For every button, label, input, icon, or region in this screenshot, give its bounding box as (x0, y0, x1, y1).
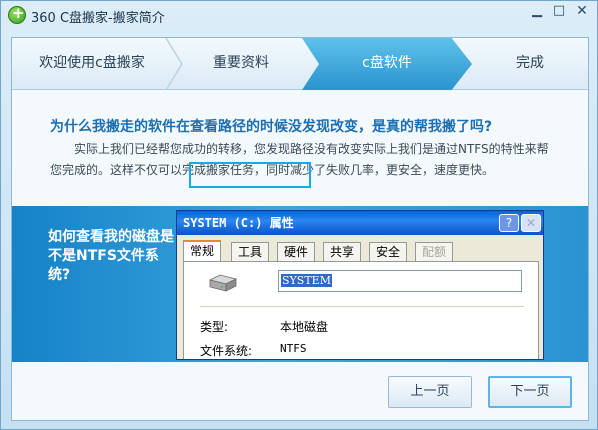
type-value: 本地磁盘 (280, 320, 329, 334)
tab-sharing: 共享 (323, 242, 362, 261)
prev-page-button[interactable]: 上一页 (388, 376, 472, 408)
help-icon: ? (499, 214, 519, 232)
drive-properties-dialog: SYSTEM (C:) 属性 ? ✕ 常规 工具 硬件 共享 安全 配额 SYS… (176, 210, 544, 360)
drive-label-input: SYSTEM (278, 270, 522, 292)
tab-quota: 配额 (415, 242, 454, 261)
step-c-software: c盘软件 (302, 38, 472, 90)
next-page-button[interactable]: 下一页 (488, 376, 572, 408)
dialog-close-icon: ✕ (521, 214, 541, 232)
ntfs-check-question: 如何查看我的磁盘是不是NTFS文件系统? (48, 229, 174, 283)
file-system-value: NTFS (280, 342, 307, 355)
dialog-title: SYSTEM (C:) 属性 (177, 211, 543, 235)
step-welcome: 欢迎使用c盘搬家 (39, 55, 145, 71)
360-logo-icon (8, 4, 26, 24)
general-tab-body: SYSTEM 类型: 本地磁盘 文件系统: NTFS (183, 261, 539, 359)
file-system-highlight-box (189, 162, 311, 188)
hard-drive-icon (208, 274, 238, 292)
divider (200, 306, 524, 307)
tab-hardware: 硬件 (277, 242, 316, 261)
wizard-frame: 欢迎使用c盘搬家 重要资料 c盘软件 完成 为什么我搬走的软件在查看路径的时候没… (11, 37, 589, 421)
step-breadcrumb: 欢迎使用c盘搬家 重要资料 c盘软件 完成 (12, 38, 588, 90)
faq-question: 为什么我搬走的软件在查看路径的时候没发现改变，是真的帮我搬了吗? (50, 119, 493, 135)
tab-general: 常规 (183, 240, 222, 261)
title-bar[interactable]: 360 C盘搬家-搬家简介 ▁ □ ✕ (1, 1, 597, 31)
close-icon[interactable]: ✕ (569, 1, 595, 23)
window-title: 360 C盘搬家-搬家简介 (31, 11, 165, 26)
step-important-data: 重要资料 (213, 55, 269, 71)
tab-tools: 工具 (231, 242, 270, 261)
tab-security: 安全 (369, 242, 408, 261)
file-system-label: 文件系统: (200, 344, 253, 358)
step-finish: 完成 (516, 55, 544, 71)
app-window: 360 C盘搬家-搬家简介 ▁ □ ✕ 欢迎使用c盘搬家 重要资料 c盘软件 完… (0, 0, 598, 430)
ntfs-help-panel: 如何查看我的磁盘是不是NTFS文件系统? SYSTEM (C:) 属性 ? ✕ … (12, 206, 588, 362)
type-label: 类型: (200, 320, 229, 334)
